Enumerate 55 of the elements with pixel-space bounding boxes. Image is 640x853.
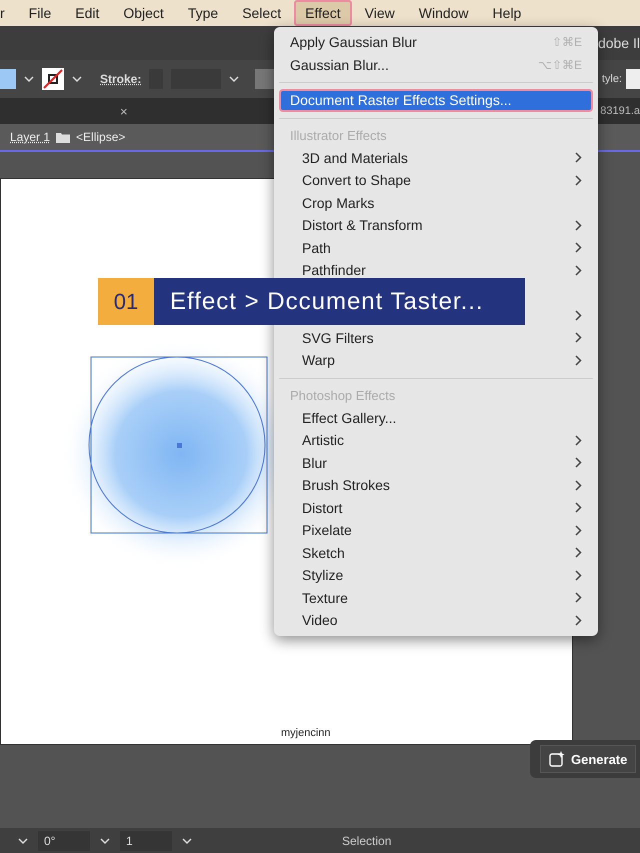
menu-item[interactable]: Distort — [279, 496, 593, 519]
chevron-down-icon[interactable] — [24, 76, 34, 82]
menu-item[interactable]: Document Raster Effects Settings... — [279, 89, 593, 112]
object-label: <Ellipse> — [76, 130, 126, 144]
style-label: tyle: — [602, 73, 622, 85]
menu-bar-item[interactable]: Effect — [294, 0, 352, 26]
menu-item[interactable]: Blur — [279, 452, 593, 474]
artboard-number-field[interactable]: 1 — [120, 830, 172, 850]
menu-bar-item[interactable]: Select — [231, 0, 292, 26]
menu-item[interactable]: Convert to Shape — [279, 169, 593, 192]
menu-item[interactable]: Pixelate — [279, 519, 593, 542]
style-swatch[interactable] — [626, 69, 640, 89]
menu-bar-item[interactable]: Window — [408, 0, 480, 26]
sparkle-image-icon — [549, 751, 565, 767]
chevron-down-icon[interactable] — [18, 838, 28, 844]
menu-section-header: Illustrator Effects — [289, 127, 388, 145]
menu-item[interactable]: 3D and Materials — [279, 146, 593, 169]
menu-item[interactable]: Sketch — [279, 542, 593, 564]
step-caption: Effect > Dccument Taster... — [154, 278, 525, 325]
rotation-field[interactable]: 0° — [38, 830, 90, 850]
menu-item[interactable]: Path — [279, 236, 593, 259]
menu-bar-item[interactable]: View — [354, 0, 406, 26]
menu-bar-item[interactable]: File — [18, 0, 62, 26]
folder-icon — [56, 132, 70, 142]
menu-bar-item[interactable]: Type — [176, 0, 230, 26]
menu-bar-item[interactable]: Edit — [64, 0, 110, 26]
menu-item[interactable]: Crop Marks — [279, 192, 593, 214]
menu-item[interactable]: Texture — [279, 586, 593, 609]
document-tab[interactable]: 83191.a — [600, 105, 640, 117]
menu-item[interactable]: Brush Strokes — [279, 474, 593, 496]
close-tab-icon[interactable]: × — [120, 104, 128, 118]
step-number: 01 — [98, 278, 154, 325]
current-tool-label: Selection — [342, 834, 392, 848]
generate-button[interactable]: Generate — [540, 745, 636, 773]
fill-swatch[interactable] — [0, 69, 16, 89]
menu-section-header: Photoshop Effects — [289, 387, 396, 405]
menu-bar-item[interactable]: Object — [112, 0, 175, 26]
menu-item[interactable]: SVG Filters — [279, 326, 593, 349]
menu-bar-item[interactable]: r — [0, 0, 16, 26]
menu-item[interactable]: Video — [279, 609, 593, 632]
chevron-down-icon[interactable] — [229, 76, 240, 82]
layer-link[interactable]: Layer 1 — [10, 130, 50, 144]
menu-item[interactable]: Distort & Transform — [279, 214, 593, 236]
menu-item[interactable]: Effect Gallery... — [279, 406, 593, 429]
artboard-caption: myjencinn — [281, 727, 331, 739]
menu-item[interactable]: Warp — [279, 349, 593, 372]
chevron-down-icon[interactable] — [100, 838, 110, 844]
menu-item[interactable]: Stylize — [279, 564, 593, 586]
menu-bar-item[interactable]: Help — [482, 0, 532, 26]
chevron-down-icon[interactable] — [182, 838, 192, 844]
chevron-down-icon[interactable] — [72, 76, 82, 82]
menu-item[interactable]: Artistic — [279, 429, 593, 452]
window-title: dobe Il — [598, 35, 640, 51]
no-stroke-swatch[interactable] — [42, 68, 64, 90]
stroke-label: Stroke: — [100, 72, 142, 86]
